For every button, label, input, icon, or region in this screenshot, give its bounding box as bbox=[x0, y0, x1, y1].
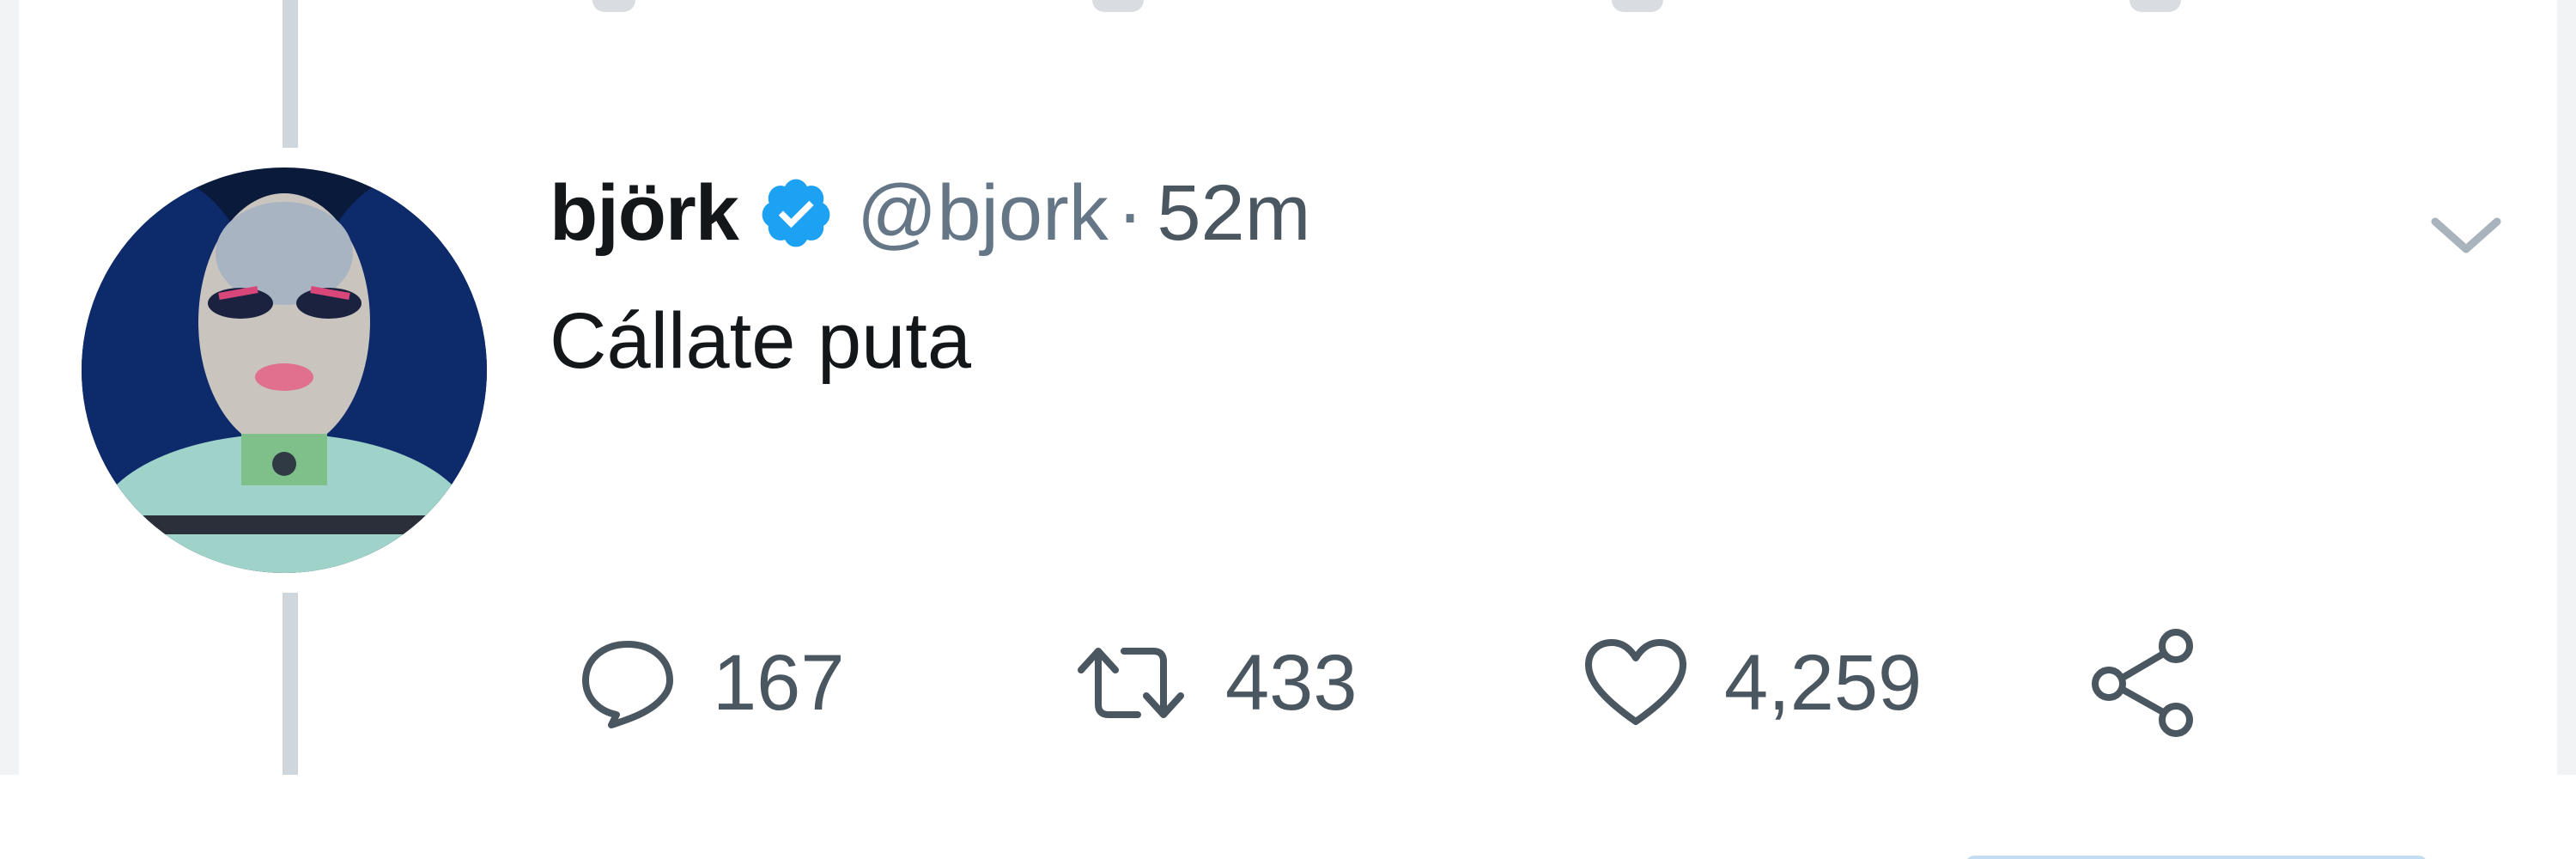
reply-count: 167 bbox=[713, 638, 845, 727]
previous-tweet-action-remnant bbox=[1612, 0, 1663, 12]
right-gutter bbox=[2557, 0, 2576, 859]
tweet-timestamp[interactable]: 52m bbox=[1157, 168, 1310, 259]
previous-tweet-action-remnant bbox=[2129, 0, 2181, 12]
thread-line-top bbox=[283, 0, 298, 148]
partial-button[interactable] bbox=[1965, 856, 2428, 859]
tweet-text: Cállate puta bbox=[550, 297, 971, 385]
tweet-card[interactable]: björk @bjork · 52m Cállate puta 167 433 … bbox=[19, 0, 2557, 775]
comment-icon bbox=[582, 641, 673, 728]
verified-badge-icon bbox=[762, 179, 830, 247]
separator-dot: · bbox=[1116, 168, 1144, 257]
left-gutter bbox=[0, 0, 19, 859]
avatar-image bbox=[82, 168, 487, 573]
tweet-actions: 167 433 4,259 bbox=[577, 627, 2251, 739]
share-icon bbox=[2092, 629, 2193, 737]
avatar[interactable] bbox=[82, 168, 487, 573]
retweet-count: 433 bbox=[1225, 638, 1358, 727]
share-button[interactable] bbox=[2088, 627, 2200, 739]
retweet-button[interactable]: 433 bbox=[1071, 627, 1358, 739]
chevron-down-icon bbox=[2431, 217, 2501, 253]
tweet-header: björk @bjork · 52m bbox=[550, 161, 1310, 265]
heart-icon bbox=[1585, 639, 1686, 725]
bottom-area bbox=[0, 775, 2576, 859]
like-button[interactable]: 4,259 bbox=[1582, 627, 1922, 739]
user-handle[interactable]: @bjork bbox=[857, 168, 1109, 259]
reply-button[interactable]: 167 bbox=[577, 627, 845, 739]
retweet-icon bbox=[1078, 648, 1184, 718]
thread-line-bottom bbox=[283, 593, 298, 775]
display-name[interactable]: björk bbox=[550, 168, 739, 259]
previous-tweet-action-remnant bbox=[1092, 0, 1144, 12]
screen: björk @bjork · 52m Cállate puta 167 433 … bbox=[0, 0, 2576, 859]
previous-tweet-action-remnant bbox=[592, 0, 635, 12]
tweet-menu-button[interactable] bbox=[2423, 206, 2509, 266]
like-count: 4,259 bbox=[1724, 638, 1923, 727]
